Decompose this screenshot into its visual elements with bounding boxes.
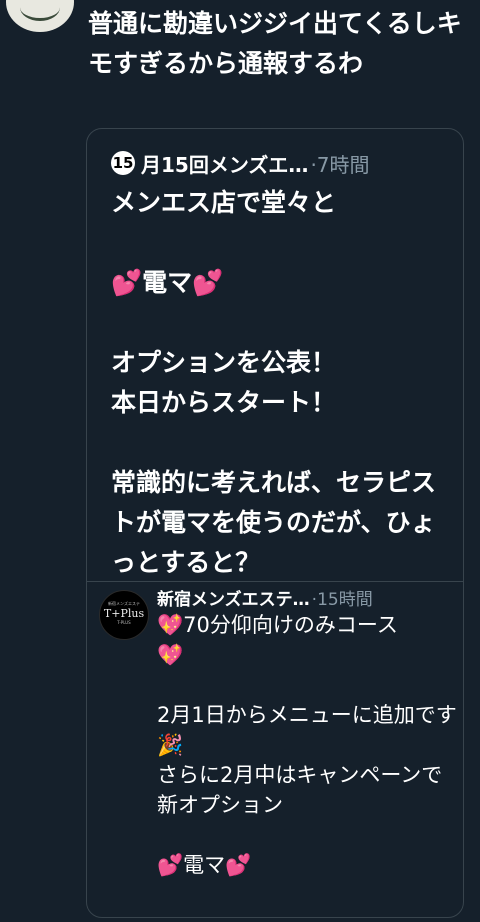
avatar-logo-bottom: T-PLUS [117, 620, 131, 625]
quoted-tweet-card[interactable]: 15 月15回メンズエ… ·7時間 メンエス店で堂々と 💕電マ💕 オプションを公… [86, 128, 464, 918]
quoted-tweet-header: 15 月15回メンズエ… ·7時間 [111, 147, 370, 179]
nested-tweet-text: 💖70分仰向けのみコース 💖 2月1日からメニューに追加です🎉 さらに2月中はキ… [157, 613, 457, 877]
nested-tweet-header: 新宿メンズエステ… ·15時間 [157, 584, 373, 610]
nested-timestamp[interactable]: ·15時間 [312, 585, 373, 610]
avatar-doodle [20, 0, 60, 21]
author-avatar[interactable] [6, 0, 74, 32]
avatar-logo: T+Plus [103, 607, 145, 620]
quoted-tweet-text: メンエス店で堂々と 💕電マ💕 オプションを公表！ 本日からスタート！ 常識的に考… [111, 188, 437, 577]
quoted-timestamp[interactable]: ·7時間 [310, 149, 369, 178]
quoted-author-name[interactable]: 月15回メンズエ… [141, 149, 308, 178]
nested-author-avatar[interactable]: 新宿メンズエステ T+Plus T-PLUS [99, 590, 149, 640]
nested-quoted-tweet[interactable]: 新宿メンズエステ T+Plus T-PLUS 新宿メンズエステ… ·15時間 💖… [87, 581, 463, 922]
number-badge: 15 [111, 151, 135, 175]
nested-author-name[interactable]: 新宿メンズエステ… [157, 585, 310, 610]
tweet-text: 普通に勘違いジジイ出てくるしキモすぎるから通報するわ [88, 9, 462, 78]
